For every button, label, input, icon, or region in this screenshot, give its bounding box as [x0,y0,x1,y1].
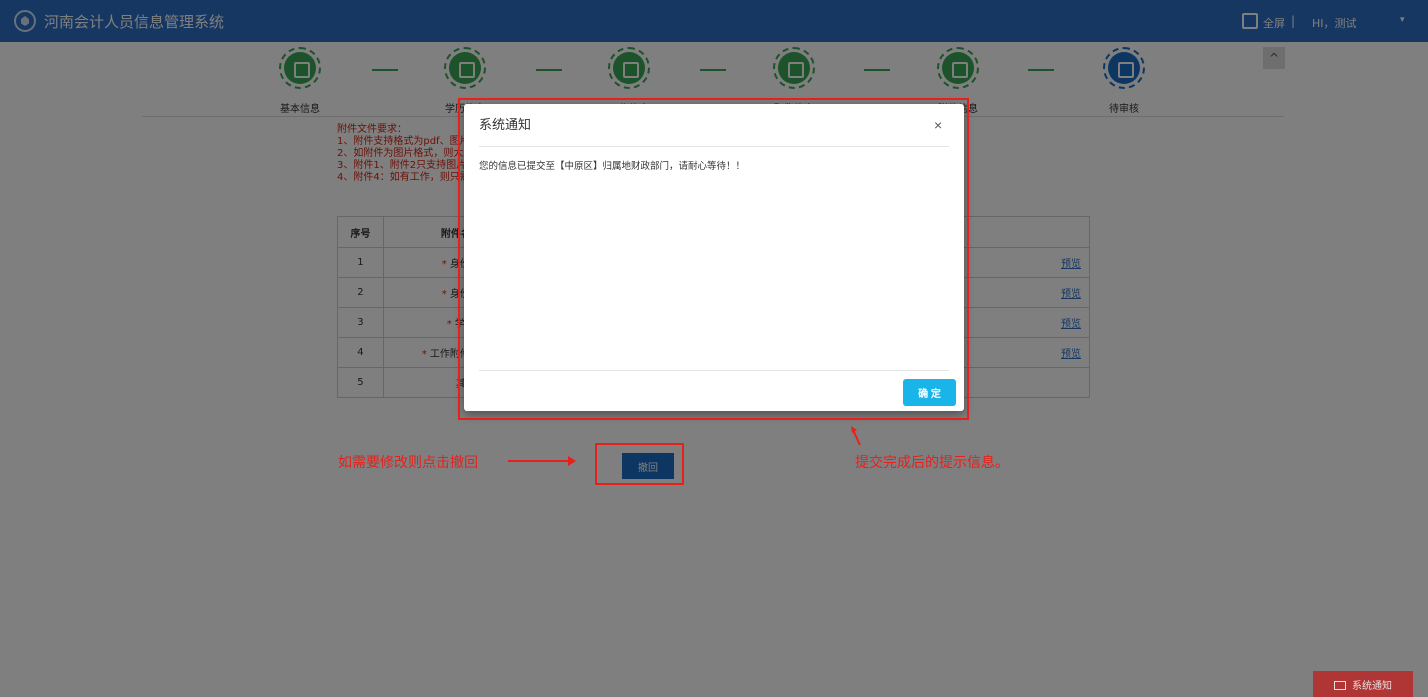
annotation-arrow [508,456,576,466]
mail-icon [1334,680,1346,690]
annotation-notice-text: 提交完成后的提示信息。 [855,455,1009,471]
annotation-arrow-up [851,426,861,446]
system-notice-button[interactable]: 系统通知 [1313,671,1413,697]
system-notice-label: 系统通知 [1352,680,1392,692]
annotation-withdraw-box [595,443,684,485]
annotation-dialog-box [458,98,969,420]
annotation-withdraw-text: 如需要修改则点击撤回 [338,455,478,471]
